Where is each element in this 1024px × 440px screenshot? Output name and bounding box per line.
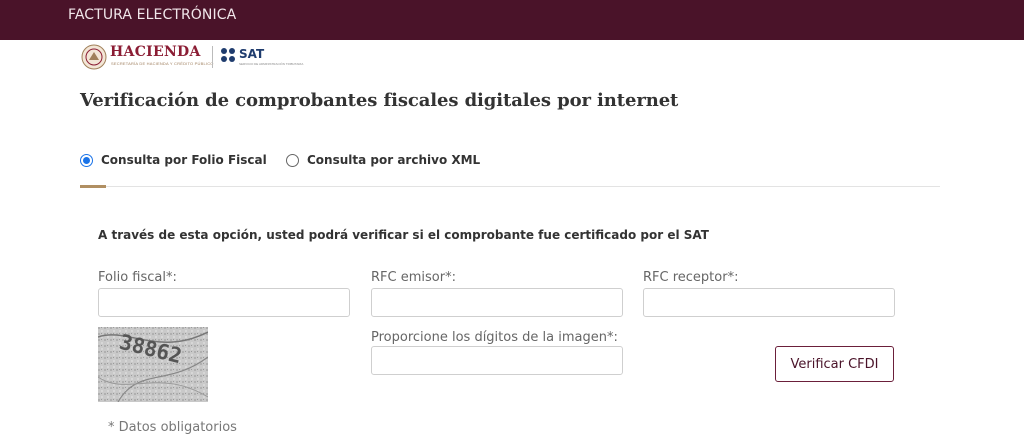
active-tab-indicator — [80, 185, 106, 188]
national-seal-icon — [81, 44, 107, 70]
hacienda-logo-text: HACIENDA — [110, 44, 201, 60]
rfc-receptor-label: RFC receptor*: — [643, 270, 739, 285]
option-xml-label: Consulta por archivo XML — [307, 153, 481, 167]
tab-divider — [80, 186, 940, 187]
rfc-emisor-label: RFC emisor*: — [371, 270, 456, 285]
sat-logo-subtext: SERVICIO DE ADMINISTRACIÓN TRIBUTARIA — [239, 62, 304, 66]
page-title: Verificación de comprobantes fiscales di… — [80, 90, 679, 111]
radio-archivo-xml[interactable] — [286, 153, 299, 167]
sat-logo-icon — [221, 48, 235, 62]
hacienda-logo-subtext: SECRETARÍA DE HACIENDA Y CRÉDITO PÚBLICO — [111, 61, 214, 66]
header-title: FACTURA ELECTRÓNICA — [68, 7, 237, 23]
logo-divider — [212, 46, 213, 68]
rfc-receptor-input[interactable] — [643, 288, 895, 317]
required-fields-note: * Datos obligatorios — [108, 420, 237, 435]
top-header-bar: FACTURA ELECTRÓNICA — [0, 0, 1024, 40]
rfc-emisor-input[interactable] — [371, 288, 623, 317]
option-folio-label: Consulta por Folio Fiscal — [101, 153, 267, 167]
folio-fiscal-input[interactable] — [98, 288, 350, 317]
radio-folio-fiscal[interactable] — [80, 153, 93, 167]
captcha-digits-input[interactable] — [371, 346, 623, 375]
folio-fiscal-label: Folio fiscal*: — [98, 270, 177, 285]
captcha-digits-label: Proporcione los dígitos de la imagen*: — [371, 330, 618, 345]
option-folio-fiscal[interactable]: Consulta por Folio Fiscal — [80, 151, 267, 169]
option-archivo-xml[interactable]: Consulta por archivo XML — [286, 151, 480, 169]
captcha-image: 38862 — [98, 327, 208, 402]
intro-text: A través de esta opción, usted podrá ver… — [98, 228, 709, 242]
sat-logo-text: SAT — [239, 47, 265, 61]
verify-cfdi-button[interactable]: Verificar CFDI — [775, 346, 894, 382]
logos-area: HACIENDA SECRETARÍA DE HACIENDA Y CRÉDIT… — [80, 42, 310, 72]
